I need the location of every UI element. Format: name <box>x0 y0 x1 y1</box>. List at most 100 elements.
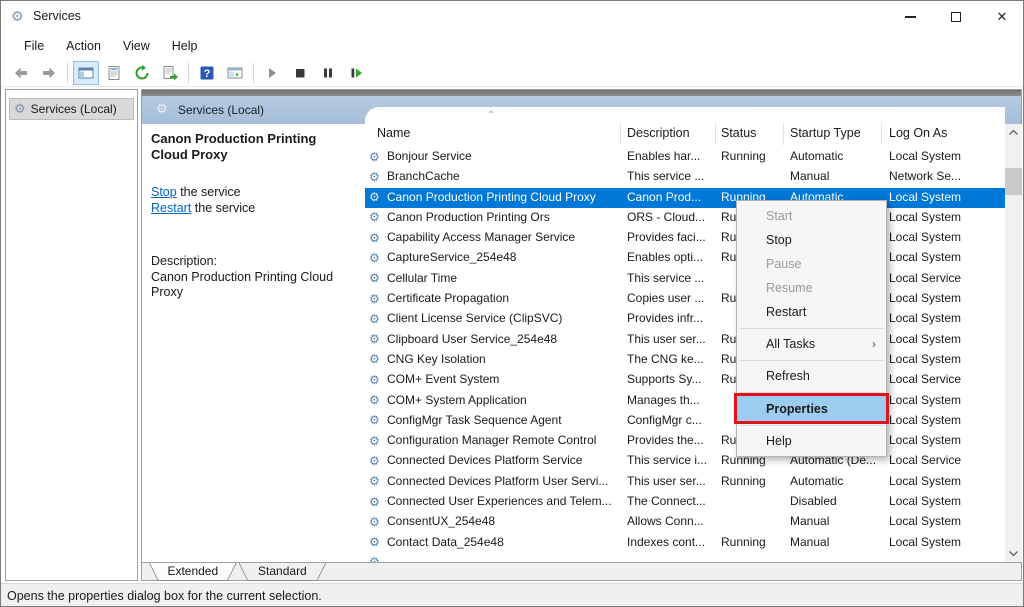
context-menu-item-refresh[interactable]: Refresh <box>737 364 886 388</box>
cell-description: Enables opti... <box>627 250 713 264</box>
cell-startup-type: Manual <box>790 535 885 549</box>
cell-name: ConfigMgr Task Sequence Agent <box>387 413 617 427</box>
table-row[interactable]: ⚙ <box>365 553 1005 562</box>
cell-log-on-as: Local System <box>889 494 1001 508</box>
refresh-icon[interactable] <box>129 61 155 85</box>
help-icon[interactable]: ? <box>194 61 220 85</box>
stop-line-rest: the service <box>177 185 241 199</box>
context-menu-item-restart[interactable]: Restart <box>737 300 886 324</box>
table-row[interactable]: ⚙Client License Service (ClipSVC)Provide… <box>365 309 1005 329</box>
sort-ascending-icon: ⌃ <box>487 110 495 121</box>
stop-service-line: Stop the service <box>151 185 355 201</box>
restart-service-link[interactable]: Restart <box>151 201 191 215</box>
table-row[interactable]: ⚙COM+ Event SystemSupports Sy...RunningL… <box>365 370 1005 390</box>
services-gear-icon: ⚙ <box>14 102 26 117</box>
title-bar: ⚙ Services ✕ <box>1 1 1024 33</box>
table-row[interactable]: ⚙COM+ System ApplicationManages th...Loc… <box>365 391 1005 411</box>
cell-name: Bonjour Service <box>387 149 617 163</box>
cell-description: Manages th... <box>627 393 713 407</box>
red-highlight-box <box>734 393 889 424</box>
context-menu-item-all-tasks[interactable]: All Tasks› <box>737 332 886 356</box>
scroll-down-icon[interactable] <box>1005 545 1022 562</box>
restart-service-icon[interactable] <box>343 61 369 85</box>
cell-log-on-as: Local System <box>889 311 1001 325</box>
column-header-status[interactable]: Status <box>721 126 756 140</box>
table-row[interactable]: ⚙Canon Production Printing Cloud ProxyCa… <box>365 188 1005 208</box>
table-row[interactable]: ⚙BranchCacheThis service ...ManualNetwor… <box>365 167 1005 187</box>
column-header-description[interactable]: Description <box>627 126 690 140</box>
table-row[interactable]: ⚙ConfigMgr Task Sequence AgentConfigMgr … <box>365 411 1005 431</box>
pane-header-title: Services (Local) <box>178 103 264 117</box>
maximize-button[interactable] <box>933 1 979 33</box>
tab-extended[interactable]: Extended <box>149 563 237 581</box>
export-list-icon[interactable] <box>157 61 183 85</box>
column-separator <box>881 123 882 145</box>
svg-text:?: ? <box>204 68 211 80</box>
cell-status: Running <box>721 149 785 163</box>
console-tree-pane: ⚙ Services (Local) <box>5 89 138 581</box>
cell-log-on-as: Local System <box>889 291 1001 305</box>
services-gear-icon: ⚙ <box>156 102 168 117</box>
cell-log-on-as: Local System <box>889 352 1001 366</box>
table-row[interactable]: ⚙ConsentUX_254e48Allows Conn...ManualLoc… <box>365 512 1005 532</box>
context-menu-item-properties[interactable]: Properties <box>737 396 886 421</box>
submenu-arrow-icon: › <box>872 337 876 351</box>
table-row[interactable]: ⚙Cellular TimeThis service ...Local Serv… <box>365 269 1005 289</box>
table-row[interactable]: ⚙CaptureService_254e48Enables opti...Run… <box>365 248 1005 268</box>
show-action-pane-icon[interactable] <box>222 61 248 85</box>
cell-status: Running <box>721 535 785 549</box>
table-row[interactable]: ⚙Capability Access Manager ServiceProvid… <box>365 228 1005 248</box>
table-row[interactable]: ⚙Canon Production Printing OrsORS - Clou… <box>365 208 1005 228</box>
cell-startup-type: Automatic <box>790 149 885 163</box>
back-icon[interactable] <box>8 61 34 85</box>
scroll-up-icon[interactable] <box>1005 124 1022 141</box>
tab-standard[interactable]: Standard <box>239 563 327 581</box>
table-row[interactable]: ⚙Connected Devices Platform ServiceThis … <box>365 451 1005 471</box>
context-menu-item-stop[interactable]: Stop <box>737 228 886 252</box>
table-body: ⚙ Bonjour Service Enables har... Running Aut… <box>365 147 1005 562</box>
context-menu-item-help[interactable]: Help <box>737 429 886 453</box>
cell-name: Cellular Time <box>387 271 617 285</box>
cell-description: Enables har... <box>627 149 713 163</box>
close-button[interactable]: ✕ <box>979 1 1024 33</box>
cell-description: This service ... <box>627 169 713 183</box>
cell-log-on-as: Local System <box>889 433 1001 447</box>
stop-service-link[interactable]: Stop <box>151 185 177 199</box>
toolbar-separator <box>67 63 68 83</box>
vertical-scrollbar[interactable] <box>1005 124 1022 562</box>
forward-icon[interactable] <box>36 61 62 85</box>
cell-log-on-as: Local System <box>889 250 1001 264</box>
table-row[interactable]: ⚙Bonjour ServiceEnables har...RunningAut… <box>365 147 1005 167</box>
table-row[interactable]: ⚙CNG Key IsolationThe CNG ke...RunningLo… <box>365 350 1005 370</box>
tab-label: Extended <box>150 563 236 580</box>
start-service-icon[interactable] <box>259 61 285 85</box>
tree-item-services-local[interactable]: ⚙ Services (Local) <box>9 98 134 120</box>
services-gear-icon: ⚙ <box>11 9 24 25</box>
column-header-startup-type[interactable]: Startup Type <box>790 126 861 140</box>
menubar-item-help[interactable]: Help <box>161 35 209 57</box>
table-row[interactable]: ⚙Certificate PropagationCopies user ...R… <box>365 289 1005 309</box>
menubar-item-view[interactable]: View <box>112 35 161 57</box>
table-row[interactable]: ⚙Clipboard User Service_254e48This user … <box>365 330 1005 350</box>
scrollbar-thumb[interactable] <box>1005 168 1022 195</box>
properties-icon[interactable] <box>101 61 127 85</box>
maximize-icon <box>951 12 961 22</box>
column-header-name[interactable]: Name <box>377 126 410 140</box>
menubar-item-action[interactable]: Action <box>55 35 112 57</box>
table-row[interactable]: ⚙Contact Data_254e48Indexes cont...Runni… <box>365 533 1005 553</box>
minimize-button[interactable] <box>887 1 933 33</box>
table-row[interactable]: ⚙Connected Devices Platform User Servi..… <box>365 472 1005 492</box>
column-header-log-on-as[interactable]: Log On As <box>889 126 947 140</box>
menubar-item-file[interactable]: File <box>13 35 55 57</box>
stop-service-icon[interactable] <box>287 61 313 85</box>
pause-service-icon[interactable] <box>315 61 341 85</box>
cell-log-on-as: Local Service <box>889 372 1001 386</box>
show-console-tree-icon[interactable] <box>73 61 99 85</box>
cell-name: Connected Devices Platform User Servi... <box>387 474 617 488</box>
table-row[interactable]: ⚙Connected User Experiences and Telem...… <box>365 492 1005 512</box>
cell-description: Canon Prod... <box>627 190 713 204</box>
context-menu: StartStopPauseResumeRestartAll Tasks›Ref… <box>736 200 887 457</box>
services-window: ⚙ Services ✕ FileActionViewHelp ? <box>0 0 1024 607</box>
cell-description: This service i... <box>627 453 713 467</box>
table-row[interactable]: ⚙Configuration Manager Remote ControlPro… <box>365 431 1005 451</box>
